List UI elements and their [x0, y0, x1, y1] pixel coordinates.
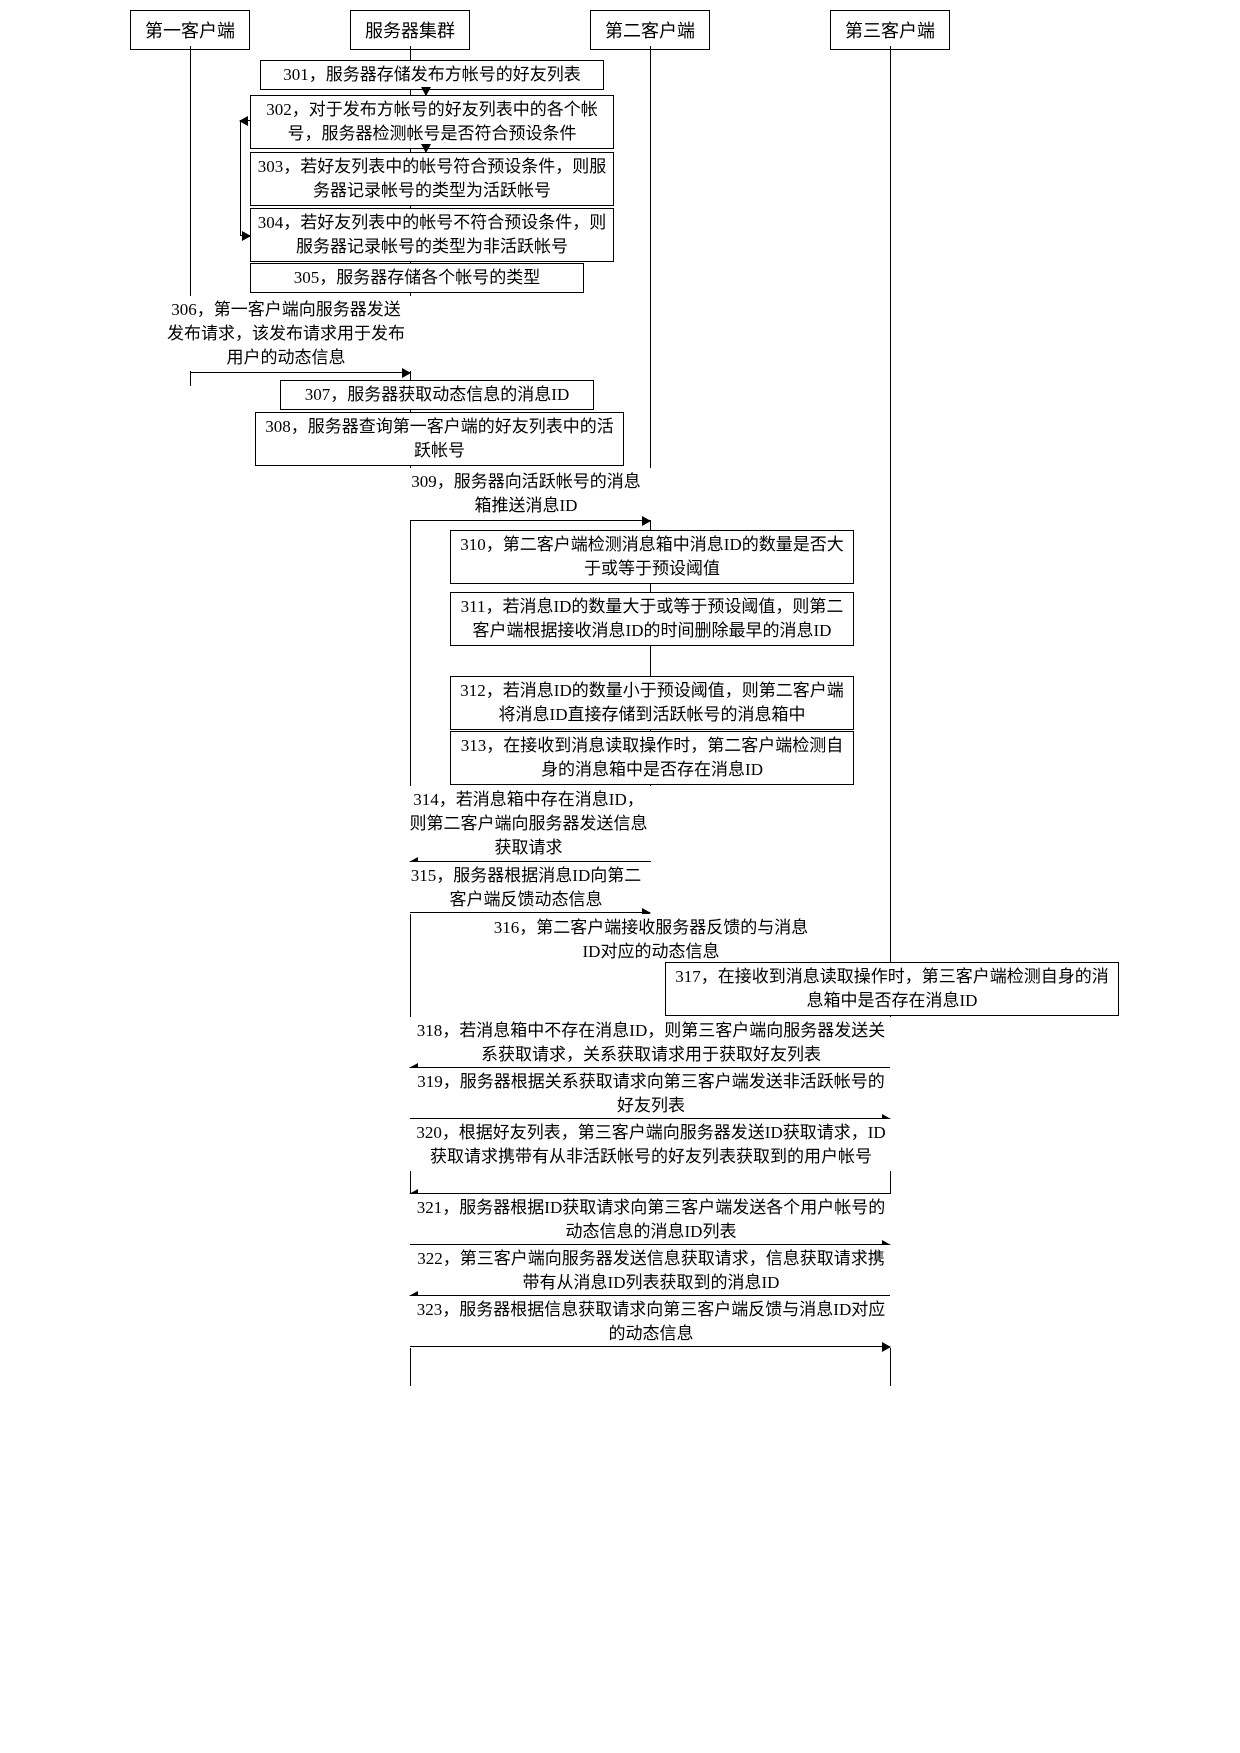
arrow-302-304-t — [240, 120, 250, 121]
step-308: 308，服务器查询第一客户端的好友列表中的活跃帐号 — [255, 412, 624, 466]
step-320: 320，根据好友列表，第三客户端向服务器发送ID获取请求，ID获取请求携带有从非… — [405, 1119, 897, 1171]
step-306: 306，第一客户端向服务器发送发布请求，该发布请求用于发布用户的动态信息 — [160, 296, 412, 371]
actor-server: 服务器集群 — [350, 10, 470, 50]
step-304: 304，若好友列表中的帐号不符合预设条件，则服务器记录帐号的类型为非活跃帐号 — [250, 208, 614, 262]
step-318: 318，若消息箱中不存在消息ID，则第三客户端向服务器发送关系获取请求，关系获取… — [405, 1017, 897, 1069]
step-315: 315，服务器根据消息ID向第二客户端反馈动态信息 — [400, 862, 652, 914]
step-311: 311，若消息ID的数量大于或等于预设阈值，则第二客户端根据接收消息ID的时间删… — [450, 592, 854, 646]
step-313: 313，在接收到消息读取操作时，第二客户端检测自身的消息箱中是否存在消息ID — [450, 731, 854, 785]
step-316: 316，第二客户端接收服务器反馈的与消息ID对应的动态信息 — [480, 914, 822, 966]
step-310: 310，第二客户端检测消息箱中消息ID的数量是否大于或等于预设阈值 — [450, 530, 854, 584]
arrow-302-303 — [425, 147, 426, 152]
lifeline-client3 — [890, 46, 891, 1386]
step-314: 314，若消息箱中存在消息ID，则第二客户端向服务器发送信息获取请求 — [400, 786, 657, 861]
step-322: 322，第三客户端向服务器发送信息获取请求，信息获取请求携带有从消息ID列表获取… — [405, 1245, 897, 1297]
actor-client3: 第三客户端 — [830, 10, 950, 50]
step-301: 301，服务器存储发布方帐号的好友列表 — [260, 60, 604, 90]
arrow-301-302 — [425, 90, 426, 95]
step-302: 302，对于发布方帐号的好友列表中的各个帐号，服务器检测帐号是否符合预设条件 — [250, 95, 614, 149]
step-321: 321，服务器根据ID获取请求向第三客户端发送各个用户帐号的动态信息的消息ID列… — [405, 1194, 897, 1246]
arrow-323 — [410, 1346, 890, 1347]
step-305: 305，服务器存储各个帐号的类型 — [250, 263, 584, 293]
step-317: 317，在接收到消息读取操作时，第三客户端检测自身的消息箱中是否存在消息ID — [665, 962, 1119, 1016]
arrow-315 — [410, 912, 650, 913]
step-323: 323，服务器根据信息获取请求向第三客户端反馈与消息ID对应的动态信息 — [405, 1296, 897, 1348]
sequence-diagram: 第一客户端 服务器集群 第二客户端 第三客户端 301，服务器存储发布方帐号的好… — [120, 10, 1120, 1410]
step-312: 312，若消息ID的数量小于预设阈值，则第二客户端将消息ID直接存储到活跃帐号的… — [450, 676, 854, 730]
step-307: 307，服务器获取动态信息的消息ID — [280, 380, 594, 410]
step-303: 303，若好友列表中的帐号符合预设条件，则服务器记录帐号的类型为活跃帐号 — [250, 152, 614, 206]
actor-client2: 第二客户端 — [590, 10, 710, 50]
arrow-302-304-v — [240, 120, 241, 235]
arrow-306 — [190, 372, 410, 373]
step-319: 319，服务器根据关系获取请求向第三客户端发送非活跃帐号的好友列表 — [405, 1068, 897, 1120]
actor-client1: 第一客户端 — [130, 10, 250, 50]
arrow-302-304-b — [240, 235, 250, 236]
step-309: 309，服务器向活跃帐号的消息箱推送消息ID — [400, 468, 652, 520]
arrow-309 — [410, 520, 650, 521]
